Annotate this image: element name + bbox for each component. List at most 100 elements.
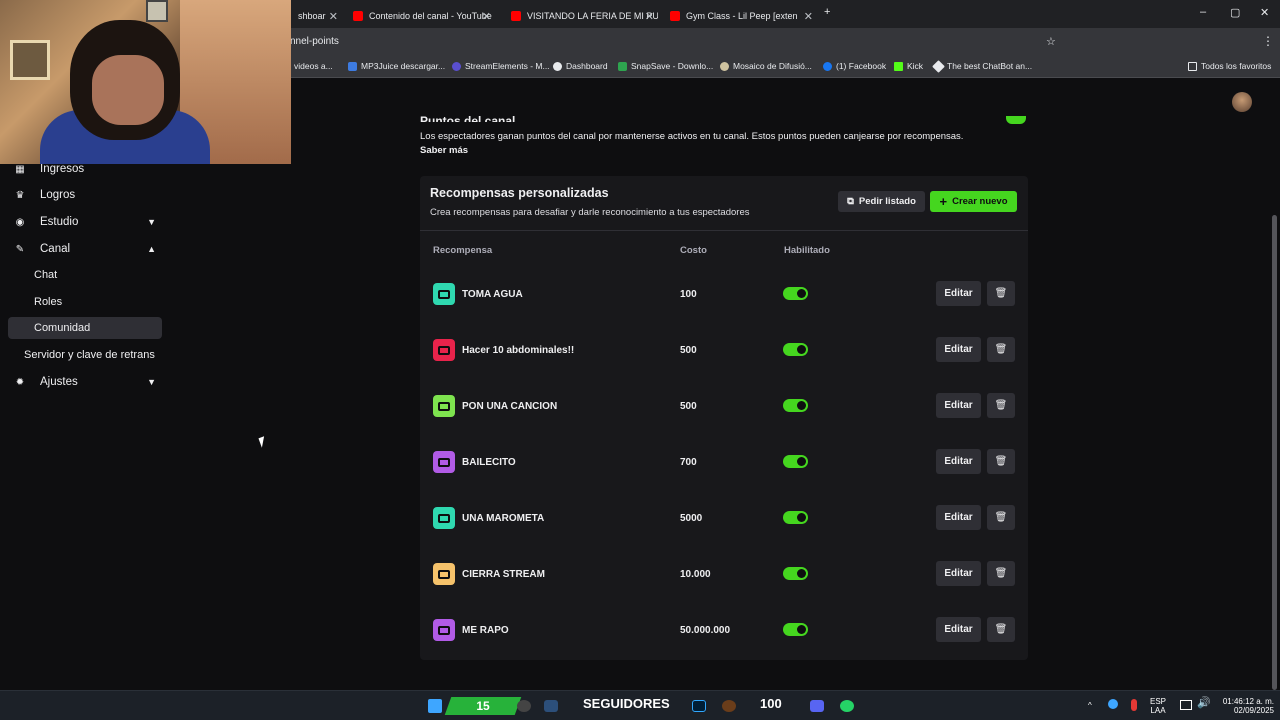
reward-icon xyxy=(433,339,455,361)
enabled-toggle[interactable] xyxy=(783,623,808,636)
enabled-toggle[interactable] xyxy=(783,343,808,356)
sidebar-item-label: Logros xyxy=(40,189,76,201)
reward-name: UNA MAROMETA xyxy=(462,513,545,524)
edit-button[interactable]: Editar xyxy=(936,337,981,362)
language-indicator[interactable]: ESP LAA xyxy=(1150,697,1166,715)
steam-icon[interactable] xyxy=(544,700,558,712)
close-icon[interactable]: ✕ xyxy=(329,10,338,23)
trash-icon[interactable]: 🗑 xyxy=(987,561,1015,586)
maximize-icon[interactable]: ▢ xyxy=(1230,6,1240,19)
webcam-frame xyxy=(146,0,168,22)
windows-start-icon[interactable] xyxy=(428,699,442,713)
tab-feria[interactable]: VISITANDO LA FERIA DE MI PU ✕ xyxy=(503,4,658,28)
sidebar-item-chat[interactable]: Chat xyxy=(8,264,162,286)
reward-name: PON UNA CANCION xyxy=(462,401,558,412)
trash-icon[interactable]: 🗑 xyxy=(987,337,1015,362)
enabled-toggle[interactable] xyxy=(783,511,808,524)
bookmark[interactable]: SnapSave - Downlo... xyxy=(618,61,713,71)
page-description: Los espectadores ganan puntos del canal … xyxy=(420,131,964,142)
plus-icon: + xyxy=(939,194,948,209)
trash-icon[interactable]: 🗑 xyxy=(987,281,1015,306)
bookmark[interactable]: The best ChatBot an... xyxy=(932,59,1032,73)
request-list-button[interactable]: ⧉ Pedir listado xyxy=(838,191,925,212)
edit-button[interactable]: Editar xyxy=(936,617,981,642)
close-icon[interactable]: ✕ xyxy=(645,10,654,23)
bookmark[interactable]: StreamElements - M... xyxy=(452,61,550,71)
enabled-toggle[interactable] xyxy=(783,399,808,412)
sidebar-item-label: Ingresos xyxy=(40,163,85,175)
app-icon[interactable] xyxy=(722,700,736,712)
discord-icon[interactable] xyxy=(810,700,824,712)
youtube-icon xyxy=(670,11,680,21)
dashboard-icon xyxy=(553,61,562,71)
sidebar-item-comunidad[interactable]: Comunidad xyxy=(8,317,162,339)
bookmark[interactable]: (1) Facebook xyxy=(823,61,886,71)
volume-icon[interactable]: 🔊 xyxy=(1197,698,1211,709)
time-text: 01:46:12 a. m. xyxy=(1222,697,1274,706)
channel-points-toggle[interactable] xyxy=(1006,116,1026,124)
edit-button[interactable]: Editar xyxy=(936,561,981,586)
reward-icon xyxy=(433,451,455,473)
close-icon[interactable]: ✕ xyxy=(804,10,813,23)
edit-button[interactable]: Editar xyxy=(936,449,981,474)
sidebar-item-estudio[interactable]: ◉ Estudio ▼ xyxy=(8,211,162,233)
star-icon[interactable]: ☆ xyxy=(1046,35,1056,48)
microphone-icon[interactable] xyxy=(1131,699,1137,711)
trash-icon[interactable]: 🗑 xyxy=(987,505,1015,530)
sidebar-item-label: Chat xyxy=(34,269,58,281)
app-icon[interactable] xyxy=(517,700,531,712)
edit-button[interactable]: Editar xyxy=(936,393,981,418)
enabled-toggle[interactable] xyxy=(783,287,808,300)
all-favorites[interactable]: Todos los favoritos xyxy=(1188,61,1271,71)
reward-cost: 10.000 xyxy=(680,569,711,580)
sidebar-item-logros[interactable]: ♛ Logros xyxy=(8,184,162,206)
new-tab-icon[interactable]: + xyxy=(824,6,830,18)
learn-more-link[interactable]: Saber más xyxy=(420,145,468,156)
minimize-icon[interactable]: – xyxy=(1200,6,1206,18)
bookmark[interactable]: Mosaico de Difusió... xyxy=(720,61,812,71)
reward-name: BAILECITO xyxy=(462,457,516,468)
bookmark-label: MP3Juice descargar... xyxy=(361,61,446,71)
bookmark[interactable]: Dashboard xyxy=(553,61,608,71)
menu-icon[interactable]: ⋮ xyxy=(1262,34,1274,48)
tab-gym-class[interactable]: Gym Class - Lil Peep [exten ✕ xyxy=(662,4,817,28)
streamelements-icon xyxy=(452,61,461,71)
sidebar-item-roles[interactable]: Roles xyxy=(8,291,162,313)
youtube-icon xyxy=(353,11,363,21)
trash-icon[interactable]: 🗑 xyxy=(987,449,1015,474)
bookmark[interactable]: MP3Juice descargar... xyxy=(348,61,445,71)
rewards-subtitle: Crea recompensas para desafiar y darle r… xyxy=(430,207,750,218)
language-label-2: LAA xyxy=(1150,706,1166,715)
create-new-button[interactable]: + Crear nuevo xyxy=(930,191,1017,212)
avatar[interactable] xyxy=(1232,92,1252,112)
bookmark[interactable]: Kick xyxy=(894,61,923,71)
chevron-down-icon: ▼ xyxy=(147,217,156,227)
trash-icon[interactable]: 🗑 xyxy=(987,393,1015,418)
tray-icon[interactable] xyxy=(1108,699,1118,709)
tab-dashboard[interactable]: shboar ✕ xyxy=(290,4,342,28)
bookmark[interactable]: videos a... xyxy=(294,61,333,71)
whatsapp-icon[interactable] xyxy=(840,700,854,712)
webcam-person-face xyxy=(92,55,164,125)
photoshop-icon[interactable] xyxy=(692,700,706,712)
edit-button[interactable]: Editar xyxy=(936,505,981,530)
window-close-icon[interactable]: ✕ xyxy=(1260,6,1269,19)
tab-youtube-content[interactable]: Contenido del canal - YouTube ✕ xyxy=(345,4,495,28)
scrollbar[interactable] xyxy=(1272,215,1277,690)
sidebar-item-canal[interactable]: ✎ Canal ▲ xyxy=(8,238,162,260)
reward-row: UNA MAROMETA 5000 Editar 🗑 xyxy=(420,495,1028,551)
enabled-toggle[interactable] xyxy=(783,567,808,580)
enabled-toggle[interactable] xyxy=(783,455,808,468)
clock[interactable]: 01:46:12 a. m. 02/09/2025 xyxy=(1214,697,1274,715)
chevron-up-icon[interactable]: ^ xyxy=(1088,701,1092,710)
network-icon[interactable] xyxy=(1180,700,1192,710)
trash-icon[interactable]: 🗑 xyxy=(987,617,1015,642)
reward-icon xyxy=(433,619,455,641)
url-text[interactable]: nnel-points xyxy=(290,36,339,47)
reward-row: BAILECITO 700 Editar 🗑 xyxy=(420,439,1028,495)
sidebar-item-ajustes[interactable]: ✹ Ajustes ▼ xyxy=(8,371,162,393)
column-header-cost: Costo xyxy=(680,245,707,256)
edit-button[interactable]: Editar xyxy=(936,281,981,306)
sidebar-item-servidor[interactable]: Servidor y clave de retrans xyxy=(8,344,168,366)
close-icon[interactable]: ✕ xyxy=(482,10,491,23)
